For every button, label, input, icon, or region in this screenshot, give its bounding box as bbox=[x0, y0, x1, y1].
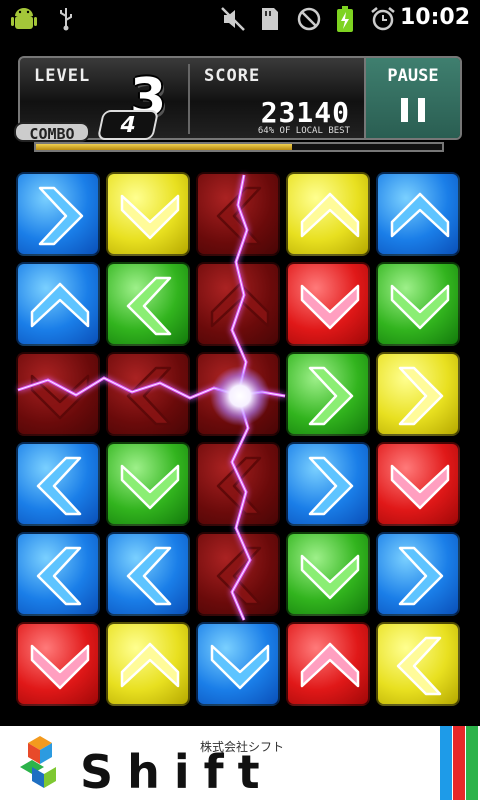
tile-blue-left[interactable] bbox=[16, 532, 100, 616]
ad-brand-name: Shift bbox=[80, 745, 274, 799]
chevron-right-icon bbox=[398, 366, 444, 426]
tile-blue-right[interactable] bbox=[286, 442, 370, 526]
tile-red-down[interactable] bbox=[16, 622, 100, 706]
chevron-up-icon bbox=[120, 642, 180, 688]
tile-dark-up[interactable] bbox=[196, 262, 280, 346]
chevron-up-icon bbox=[30, 282, 90, 328]
chevron-down-icon bbox=[120, 464, 180, 510]
chevron-left-icon bbox=[396, 636, 442, 696]
chevron-left-icon bbox=[126, 276, 172, 336]
game-hud: LEVEL 3 SCORE 23140 64% OF LOCAL BEST PA… bbox=[14, 56, 462, 143]
tile-blue-right[interactable] bbox=[376, 532, 460, 616]
tile-dark-left[interactable] bbox=[106, 352, 190, 436]
chevron-up-icon bbox=[390, 192, 450, 238]
chevron-right-icon bbox=[308, 366, 354, 426]
tile-green-left[interactable] bbox=[106, 262, 190, 346]
chevron-down-icon bbox=[210, 644, 270, 690]
tile-blue-left[interactable] bbox=[106, 532, 190, 616]
chevron-left-icon bbox=[216, 186, 262, 246]
chevron-down-icon bbox=[300, 554, 360, 600]
level-progress-fill bbox=[36, 144, 292, 150]
game-board bbox=[16, 172, 466, 712]
ad-stripe bbox=[453, 726, 465, 800]
chevron-left-icon bbox=[36, 456, 82, 516]
tile-dark-left[interactable] bbox=[196, 532, 280, 616]
tile-green-right[interactable] bbox=[286, 352, 370, 436]
pause-label: PAUSE bbox=[387, 66, 439, 86]
alarm-icon bbox=[371, 7, 395, 31]
chevron-left-icon bbox=[36, 546, 82, 606]
status-bar: 10:02 bbox=[0, 0, 480, 38]
tile-dark-left[interactable] bbox=[196, 442, 280, 526]
chevron-left-icon bbox=[126, 366, 172, 426]
chevron-up-icon bbox=[210, 282, 270, 328]
tile-green-down[interactable] bbox=[376, 262, 460, 346]
battery-charging-icon bbox=[337, 6, 353, 32]
tile-yellow-up[interactable] bbox=[286, 172, 370, 256]
tile-dark-left[interactable] bbox=[196, 172, 280, 256]
chevron-up-icon bbox=[300, 192, 360, 238]
chevron-down-icon bbox=[30, 374, 90, 420]
ad-stripe bbox=[440, 726, 452, 800]
tile-red-down[interactable] bbox=[286, 262, 370, 346]
mute-icon bbox=[221, 7, 245, 31]
tile-blue-up[interactable] bbox=[376, 172, 460, 256]
level-label: LEVEL bbox=[34, 66, 91, 86]
score-value: 23140 bbox=[260, 96, 350, 129]
chevron-left-icon bbox=[216, 456, 262, 516]
tile-dark-none[interactable] bbox=[196, 352, 280, 436]
chevron-down-icon bbox=[390, 464, 450, 510]
tile-blue-right[interactable] bbox=[16, 172, 100, 256]
usb-icon bbox=[60, 8, 72, 31]
android-icon bbox=[11, 8, 37, 29]
no-sign-icon bbox=[297, 7, 321, 31]
level-progress-bar bbox=[34, 142, 444, 152]
chevron-right-icon bbox=[38, 186, 84, 246]
chevron-left-icon bbox=[216, 546, 262, 606]
tile-yellow-left[interactable] bbox=[376, 622, 460, 706]
tile-red-up[interactable] bbox=[286, 622, 370, 706]
combo-value: 4 bbox=[96, 110, 160, 140]
tile-yellow-down[interactable] bbox=[106, 172, 190, 256]
pause-button[interactable]: PAUSE bbox=[364, 58, 460, 138]
tile-yellow-right[interactable] bbox=[376, 352, 460, 436]
tile-blue-down[interactable] bbox=[196, 622, 280, 706]
ad-banner[interactable]: 株式会社シフト Shift bbox=[0, 726, 480, 800]
ad-stripe bbox=[466, 726, 478, 800]
local-best-text: 64% OF LOCAL BEST bbox=[257, 126, 350, 136]
tile-green-down[interactable] bbox=[286, 532, 370, 616]
clock-time: 10:02 bbox=[399, 5, 470, 30]
combo-label: COMBO bbox=[14, 122, 90, 143]
pause-icon-bar bbox=[418, 98, 425, 122]
chevron-down-icon bbox=[30, 644, 90, 690]
tile-blue-up[interactable] bbox=[16, 262, 100, 346]
chevron-down-icon bbox=[120, 194, 180, 240]
chevron-down-icon bbox=[390, 284, 450, 330]
pause-icon bbox=[401, 98, 408, 122]
sd-card-icon bbox=[262, 8, 278, 30]
shift-logo-icon bbox=[20, 736, 56, 788]
ad-color-stripes bbox=[440, 726, 480, 800]
chevron-right-icon bbox=[398, 546, 444, 606]
hud-divider bbox=[188, 64, 190, 134]
tile-dark-down[interactable] bbox=[16, 352, 100, 436]
tile-yellow-up[interactable] bbox=[106, 622, 190, 706]
tile-green-down[interactable] bbox=[106, 442, 190, 526]
chevron-right-icon bbox=[308, 456, 354, 516]
chevron-down-icon bbox=[300, 284, 360, 330]
tile-blue-left[interactable] bbox=[16, 442, 100, 526]
chevron-up-icon bbox=[300, 642, 360, 688]
score-label: SCORE bbox=[204, 66, 261, 86]
chevron-left-icon bbox=[126, 546, 172, 606]
tile-red-down[interactable] bbox=[376, 442, 460, 526]
